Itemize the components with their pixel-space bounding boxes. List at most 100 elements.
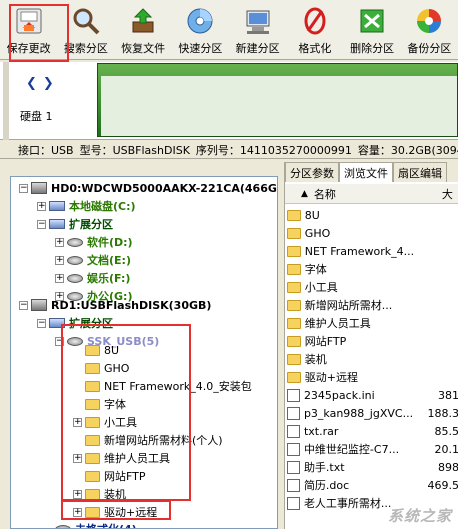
folder-icon bbox=[85, 488, 100, 500]
folder-icon bbox=[85, 362, 100, 374]
file-row[interactable]: 字体 bbox=[287, 260, 458, 278]
collapse-icon[interactable]: − bbox=[37, 219, 46, 229]
expand-icon[interactable]: + bbox=[73, 507, 82, 517]
expand-icon[interactable]: + bbox=[55, 255, 64, 265]
file-row[interactable]: NET Framework_4.... bbox=[287, 242, 458, 260]
column-size[interactable]: 大 bbox=[442, 186, 453, 202]
file-row[interactable]: 装机 bbox=[287, 350, 458, 368]
tree-node-unformatted[interactable]: 未格式化(4) bbox=[55, 520, 137, 528]
file-size: 898 bbox=[438, 460, 458, 474]
save-changes-icon bbox=[12, 4, 46, 38]
tree-node-ent-f[interactable]: + 娱乐(F:) bbox=[55, 269, 130, 287]
disk-icon bbox=[67, 273, 83, 283]
folder-icon bbox=[85, 344, 100, 356]
file-name: 装机 bbox=[304, 353, 327, 366]
folder-install[interactable]: + 装机 bbox=[73, 485, 126, 503]
collapse-icon[interactable]: − bbox=[19, 300, 28, 310]
delete-partition-button[interactable]: 删除分区 bbox=[344, 0, 401, 60]
folder-icon bbox=[287, 281, 301, 293]
folder-drivers-remote[interactable]: + 驱动+远程 bbox=[73, 503, 157, 521]
model-info: 型号：USBFlashDISK bbox=[79, 143, 190, 157]
file-row[interactable]: 助手.txt 898 bbox=[287, 458, 458, 476]
new-partition-icon bbox=[241, 4, 275, 38]
tree-node-local-c[interactable]: + 本地磁盘(C:) bbox=[37, 197, 136, 215]
file-name: 驱动+远程 bbox=[304, 371, 359, 384]
disk-icon bbox=[55, 524, 71, 528]
folder-maintenance-tools[interactable]: + 维护人员工具 bbox=[73, 449, 170, 467]
file-name: 助手.txt bbox=[303, 461, 345, 474]
folder-icon bbox=[85, 434, 100, 446]
file-row[interactable]: 新增网站所需材... bbox=[287, 296, 458, 314]
tab-sector-edit[interactable]: 扇区编辑 bbox=[393, 162, 447, 182]
folder-website-materials[interactable]: 新增网站所需材料(个人) bbox=[85, 431, 223, 449]
file-name: 2345pack.ini bbox=[303, 388, 375, 402]
restore-files-button[interactable]: 恢复文件 bbox=[115, 0, 172, 60]
save-changes-button[interactable]: 保存更改 bbox=[0, 0, 57, 60]
disk-icon bbox=[67, 255, 83, 265]
column-name[interactable]: 名称 bbox=[314, 186, 442, 202]
next-disk-icon[interactable]: ❯ bbox=[43, 76, 54, 91]
folder-netframework[interactable]: NET Framework_4.0_安装包 bbox=[85, 377, 252, 395]
quick-partition-button[interactable]: 快速分区 bbox=[172, 0, 229, 60]
tree-node-extended2[interactable]: − 扩展分区 bbox=[37, 314, 113, 332]
folder-website-ftp[interactable]: 网站FTP bbox=[85, 467, 146, 485]
tree-node-hd0[interactable]: − HD0:WDCWD5000AAKX-221CA(466GB) bbox=[19, 179, 277, 197]
file-size: 381 bbox=[438, 388, 458, 402]
expand-icon[interactable]: + bbox=[73, 453, 82, 463]
collapse-icon[interactable]: − bbox=[19, 183, 28, 193]
file-size: 188.3 bbox=[427, 406, 458, 420]
tree-node-doc-e[interactable]: + 文档(E:) bbox=[55, 251, 131, 269]
folder-tools[interactable]: + 小工具 bbox=[73, 413, 137, 431]
tree-node-soft-d[interactable]: + 软件(D:) bbox=[55, 233, 133, 251]
file-name: 字体 bbox=[304, 263, 327, 276]
expand-icon[interactable]: + bbox=[73, 417, 82, 427]
file-row[interactable]: 中维世纪监控-C7... 20.1 bbox=[287, 440, 458, 458]
search-partition-button[interactable]: 搜索分区 bbox=[57, 0, 114, 60]
backup-partition-icon bbox=[412, 4, 446, 38]
file-icon bbox=[287, 406, 300, 420]
file-row[interactable]: 8U bbox=[287, 206, 458, 224]
file-row[interactable]: 网站FTP bbox=[287, 332, 458, 350]
hard-disk-icon bbox=[31, 182, 47, 194]
partition-icon bbox=[49, 318, 65, 328]
new-partition-button[interactable]: 新建分区 bbox=[229, 0, 286, 60]
file-row[interactable]: 简历.doc 469.5 bbox=[287, 476, 458, 494]
tab-browse-files[interactable]: 浏览文件 bbox=[339, 162, 393, 182]
expand-icon[interactable]: + bbox=[55, 237, 64, 247]
expand-icon[interactable]: + bbox=[73, 489, 82, 499]
sort-up-icon[interactable]: ▲ bbox=[301, 189, 308, 199]
backup-partition-button[interactable]: 备份分区 bbox=[401, 0, 458, 60]
file-row[interactable]: 维护人员工具 bbox=[287, 314, 458, 332]
file-row[interactable]: 驱动+远程 bbox=[287, 368, 458, 386]
tree-node-rd1-label[interactable]: − RD1:USBFlashDISK(30GB) bbox=[19, 296, 211, 314]
capacity-info: 容量：30.2GB(30944MB bbox=[357, 143, 458, 157]
collapse-icon[interactable]: − bbox=[55, 336, 64, 346]
prev-disk-icon[interactable]: ❮ bbox=[26, 76, 37, 91]
folder-icon bbox=[85, 470, 100, 482]
folder-fonts[interactable]: 字体 bbox=[85, 395, 126, 413]
file-row[interactable]: GHO bbox=[287, 224, 458, 242]
file-row[interactable]: txt.rar 85.5 bbox=[287, 422, 458, 440]
expand-icon[interactable]: + bbox=[37, 201, 46, 211]
file-row[interactable]: 小工具 bbox=[287, 278, 458, 296]
expand-icon[interactable]: + bbox=[55, 273, 64, 283]
collapse-icon[interactable]: − bbox=[37, 318, 46, 328]
file-name: NET Framework_4.... bbox=[304, 244, 414, 258]
folder-icon bbox=[287, 245, 301, 257]
tab-partition-params[interactable]: 分区参数 bbox=[285, 162, 339, 182]
folder-8u[interactable]: 8U bbox=[85, 341, 119, 359]
file-name: GHO bbox=[304, 226, 331, 240]
folder-icon bbox=[85, 416, 100, 428]
folder-gho[interactable]: GHO bbox=[85, 359, 129, 377]
file-row[interactable]: p3_kan988_jgXVC... 188.3 bbox=[287, 404, 458, 422]
folder-icon bbox=[85, 506, 100, 518]
tree-node-extended1[interactable]: − 扩展分区 bbox=[37, 215, 113, 233]
format-button[interactable]: 格式化 bbox=[286, 0, 343, 60]
folder-icon bbox=[287, 299, 301, 311]
folder-icon bbox=[85, 398, 100, 410]
disk-info-bar: 接口：USB 型号：USBFlashDISK 序列号：1411035270000… bbox=[0, 141, 458, 159]
delete-partition-icon bbox=[355, 4, 389, 38]
file-row[interactable]: 2345pack.ini 381 bbox=[287, 386, 458, 404]
format-icon bbox=[298, 4, 332, 38]
disk-partition-bar[interactable] bbox=[97, 63, 458, 137]
